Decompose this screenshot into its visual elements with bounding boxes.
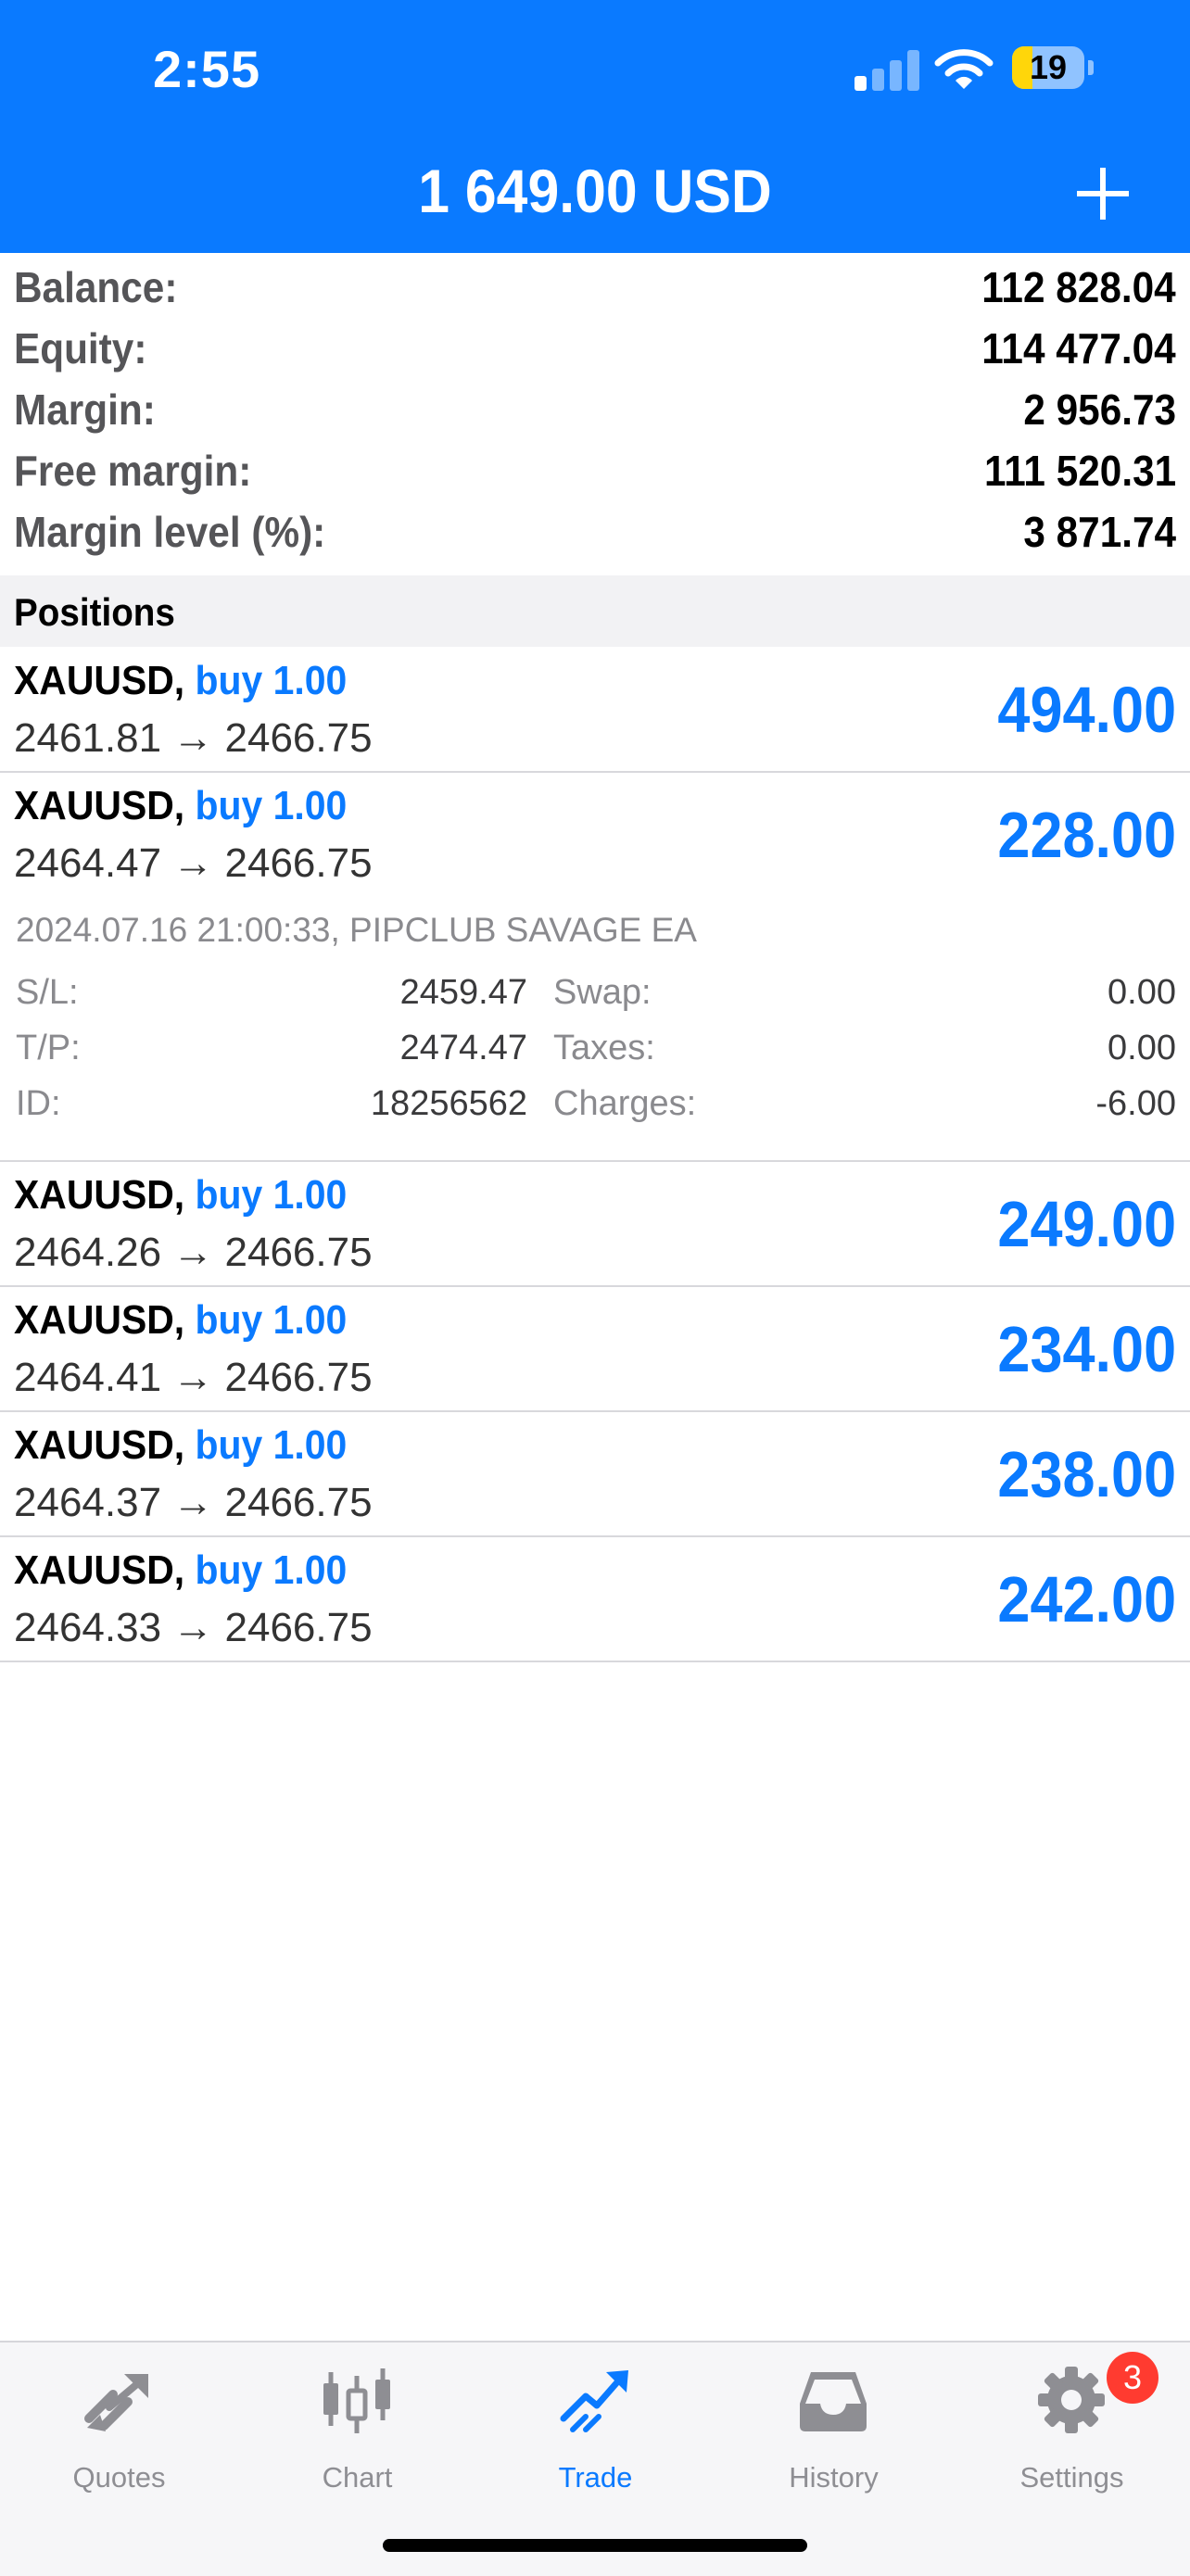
position-details: 2024.07.16 21:00:33, PIPCLUB SAVAGE EA S… xyxy=(0,894,1190,1162)
tab-trade[interactable]: Trade xyxy=(476,2342,715,2500)
summary-value: 114 477.04 xyxy=(981,324,1176,373)
tab-label: Quotes xyxy=(72,2461,166,2494)
position-row[interactable]: XAUUSD, buy 1.00 2464.47 → 2466.75 228.0… xyxy=(0,772,1190,896)
position-profit: 228.00 xyxy=(997,799,1176,871)
detail-value: 0.00 xyxy=(1108,1029,1176,1067)
plus-icon[interactable] xyxy=(1073,164,1133,223)
tab-label: Settings xyxy=(1019,2461,1124,2494)
floating-profit-title: 1 649.00 USD xyxy=(418,157,772,225)
position-row[interactable]: XAUUSD, buy 1.00 2464.41 → 2466.75 234.0… xyxy=(0,1286,1190,1412)
detail-value: 2459.47 xyxy=(399,973,527,1012)
position-row[interactable]: XAUUSD, buy 1.00 2464.33 → 2466.75 242.0… xyxy=(0,1536,1190,1662)
cellular-signal-icon xyxy=(855,48,921,91)
summary-row-free-margin: Free margin: 111 520.31 xyxy=(0,436,1190,498)
trade-icon xyxy=(560,2370,628,2432)
position-prices: 2464.41 → 2466.75 xyxy=(14,1355,373,1400)
position-symbol: XAUUSD, xyxy=(14,1172,185,1218)
summary-row-equity: Equity: 114 477.04 xyxy=(0,314,1190,375)
summary-row-margin-level: Margin level (%): 3 871.74 xyxy=(0,498,1190,559)
summary-value: 2 956.73 xyxy=(1023,385,1176,434)
position-prices: 2464.26 → 2466.75 xyxy=(14,1230,373,1275)
detail-value: 18256562 xyxy=(370,1084,527,1123)
home-indicator xyxy=(383,2539,807,2552)
position-direction: buy 1.00 xyxy=(195,1547,348,1593)
position-symbol: XAUUSD, xyxy=(14,658,185,703)
summary-label: Equity: xyxy=(14,324,147,373)
position-profit: 234.00 xyxy=(997,1313,1176,1385)
position-direction: buy 1.00 xyxy=(195,1422,348,1468)
position-row[interactable]: XAUUSD, buy 1.00 2464.26 → 2466.75 249.0… xyxy=(0,1161,1190,1287)
summary-label: Balance: xyxy=(14,263,178,311)
quotes-icon xyxy=(84,2374,148,2431)
detail-value: -6.00 xyxy=(1095,1084,1176,1123)
position-prices: 2464.33 → 2466.75 xyxy=(14,1605,373,1650)
position-direction: buy 1.00 xyxy=(195,1172,348,1218)
tab-chart[interactable]: Chart xyxy=(238,2342,476,2500)
status-time: 2:55 xyxy=(153,40,261,98)
top-bar: 2:55 19 1 649.00 USD xyxy=(0,0,1190,253)
account-summary: Balance: 112 828.04 Equity: 114 477.04 M… xyxy=(0,253,1190,559)
tab-label: History xyxy=(789,2461,879,2494)
position-profit: 238.00 xyxy=(997,1438,1176,1510)
position-prices: 2464.47 → 2466.75 xyxy=(14,840,373,886)
detail-row: T/P: 2474.47 Taxes: 0.00 xyxy=(0,1029,1190,1084)
summary-row-margin: Margin: 2 956.73 xyxy=(0,375,1190,436)
detail-value: 0.00 xyxy=(1108,973,1176,1012)
tab-settings[interactable]: 3 Settings xyxy=(953,2342,1190,2500)
summary-row-balance: Balance: 112 828.04 xyxy=(0,253,1190,314)
summary-label: Margin: xyxy=(14,385,156,434)
detail-row: ID: 18256562 Charges: -6.00 xyxy=(0,1084,1190,1140)
wifi-icon xyxy=(934,49,994,89)
summary-value: 3 871.74 xyxy=(1023,508,1176,556)
position-symbol: XAUUSD, xyxy=(14,1297,185,1343)
position-symbol: XAUUSD, xyxy=(14,783,185,828)
tab-label: Chart xyxy=(322,2461,393,2494)
position-profit: 249.00 xyxy=(997,1188,1176,1260)
position-prices: 2464.37 → 2466.75 xyxy=(14,1480,373,1525)
position-prices: 2461.81 → 2466.75 xyxy=(14,715,373,761)
position-symbol: XAUUSD, xyxy=(14,1547,185,1593)
battery-level: 19 xyxy=(1029,48,1068,86)
detail-label: Swap: xyxy=(553,973,652,1012)
detail-label: T/P: xyxy=(16,1029,81,1067)
position-symbol: XAUUSD, xyxy=(14,1422,185,1468)
positions-section-header: Positions xyxy=(0,575,1190,647)
position-direction: buy 1.00 xyxy=(195,658,348,703)
position-row[interactable]: XAUUSD, buy 1.00 2461.81 → 2466.75 494.0… xyxy=(0,647,1190,773)
candlestick-chart-icon xyxy=(323,2368,390,2433)
battery-icon: 19 xyxy=(1012,46,1095,89)
detail-value: 2474.47 xyxy=(399,1029,527,1067)
gear-icon xyxy=(1038,2367,1105,2433)
position-profit: 494.00 xyxy=(997,674,1176,746)
inbox-tray-icon xyxy=(800,2372,867,2431)
tab-quotes[interactable]: Quotes xyxy=(0,2342,238,2500)
tab-history[interactable]: History xyxy=(715,2342,953,2500)
summary-value: 111 520.31 xyxy=(983,447,1176,495)
summary-label: Free margin: xyxy=(14,447,252,495)
position-profit: 242.00 xyxy=(997,1563,1176,1635)
detail-label: ID: xyxy=(16,1084,61,1123)
position-open-time-comment: 2024.07.16 21:00:33, PIPCLUB SAVAGE EA xyxy=(16,911,697,949)
summary-value: 112 828.04 xyxy=(981,263,1176,311)
detail-label: Taxes: xyxy=(553,1029,655,1067)
position-direction: buy 1.00 xyxy=(195,783,348,828)
detail-label: S/L: xyxy=(16,973,79,1012)
summary-label: Margin level (%): xyxy=(14,508,326,556)
position-direction: buy 1.00 xyxy=(195,1297,348,1343)
detail-row: S/L: 2459.47 Swap: 0.00 xyxy=(0,973,1190,1029)
detail-label: Charges: xyxy=(553,1084,697,1123)
position-row[interactable]: XAUUSD, buy 1.00 2464.37 → 2466.75 238.0… xyxy=(0,1411,1190,1537)
notification-badge: 3 xyxy=(1107,2352,1158,2404)
tab-label: Trade xyxy=(558,2461,633,2494)
positions-title: Positions xyxy=(14,590,175,634)
